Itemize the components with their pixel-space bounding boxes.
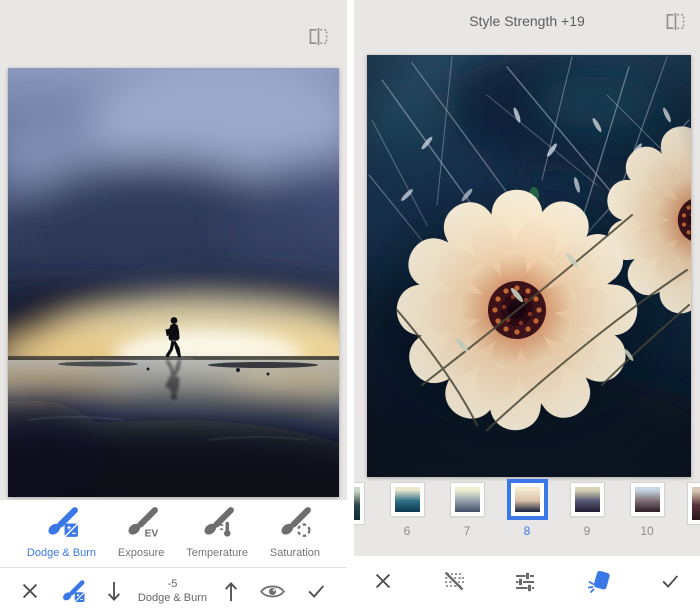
tool-label: Temperature: [186, 547, 248, 559]
style-swatch[interactable]: [451, 483, 484, 516]
tool-label: Exposure: [118, 547, 164, 559]
adjustment-value: -5: [138, 577, 207, 591]
style-thumbnail-partial-left[interactable]: [354, 483, 364, 524]
apply-button[interactable]: [654, 566, 686, 596]
left-photo-area: [0, 0, 347, 500]
compare-icon: [664, 19, 687, 34]
style-number: 8: [524, 524, 531, 538]
brush-tools-row: Dodge & Burn EV Exposure: [0, 500, 347, 567]
tune-button[interactable]: [509, 565, 541, 597]
compare-before-after-button[interactable]: [660, 8, 691, 38]
style-thumbnail-9[interactable]: 9: [567, 483, 608, 547]
style-number: 10: [640, 524, 653, 538]
close-button[interactable]: [368, 566, 398, 596]
grain-off-button[interactable]: [438, 565, 470, 597]
dodge-burn-brush-icon: [43, 507, 80, 541]
tool-exposure[interactable]: EV Exposure: [116, 507, 166, 559]
style-thumbnail-partial-right[interactable]: [688, 483, 700, 524]
edited-photo-beach-silhouette[interactable]: [8, 68, 339, 497]
tool-temperature[interactable]: Temperature: [184, 507, 250, 559]
style-brush-button[interactable]: [581, 564, 615, 598]
adjustment-tool-name: Dodge & Burn: [138, 591, 207, 605]
left-action-bar: -5 Dodge & Burn: [0, 568, 347, 614]
decrease-value-button[interactable]: [100, 575, 128, 608]
style-thumbnail-strip: 6 7 8 9 10: [354, 483, 700, 547]
panel-gap: [347, 0, 354, 614]
increase-value-button[interactable]: [217, 575, 245, 608]
page-title: Style Strength +19: [354, 13, 700, 29]
compare-before-after-button[interactable]: [303, 23, 334, 53]
styled-photo-flower[interactable]: [367, 55, 691, 477]
right-action-bar: [354, 556, 700, 614]
saturation-brush-icon: [276, 507, 313, 541]
panel-style-strength-screen: Style Strength +19: [354, 0, 700, 614]
tool-label: Dodge & Burn: [27, 547, 96, 559]
style-number: 9: [584, 524, 591, 538]
active-brush-button[interactable]: [55, 576, 90, 607]
adjustment-readout: -5 Dodge & Burn: [138, 577, 207, 606]
temperature-brush-icon: [199, 507, 236, 541]
close-button[interactable]: [15, 576, 45, 606]
style-swatch[interactable]: [631, 483, 664, 516]
style-thumbnail-8-selected[interactable]: 8: [507, 483, 548, 547]
style-swatch[interactable]: [571, 483, 604, 516]
style-number: 6: [404, 524, 411, 538]
compare-icon: [307, 34, 330, 49]
tool-dodge-burn[interactable]: Dodge & Burn: [25, 507, 98, 559]
photo-editor-comparison: Dodge & Burn EV Exposure: [0, 0, 700, 614]
style-thumbnail-7[interactable]: 7: [447, 483, 488, 547]
right-photo-area: Style Strength +19: [354, 0, 700, 556]
style-swatch[interactable]: [391, 483, 424, 516]
tool-saturation[interactable]: Saturation: [268, 507, 322, 559]
style-thumbnail-10[interactable]: 10: [627, 483, 668, 547]
panel-dodge-burn-screen: Dodge & Burn EV Exposure: [0, 0, 347, 614]
exposure-brush-icon: EV: [123, 507, 160, 541]
style-thumbnail-6[interactable]: 6: [387, 483, 428, 547]
style-swatch[interactable]: [511, 483, 544, 516]
preview-original-button[interactable]: [255, 578, 290, 605]
tool-label: Saturation: [270, 547, 320, 559]
svg-text:EV: EV: [144, 528, 158, 538]
style-number: 7: [464, 524, 471, 538]
apply-button[interactable]: [300, 576, 332, 606]
